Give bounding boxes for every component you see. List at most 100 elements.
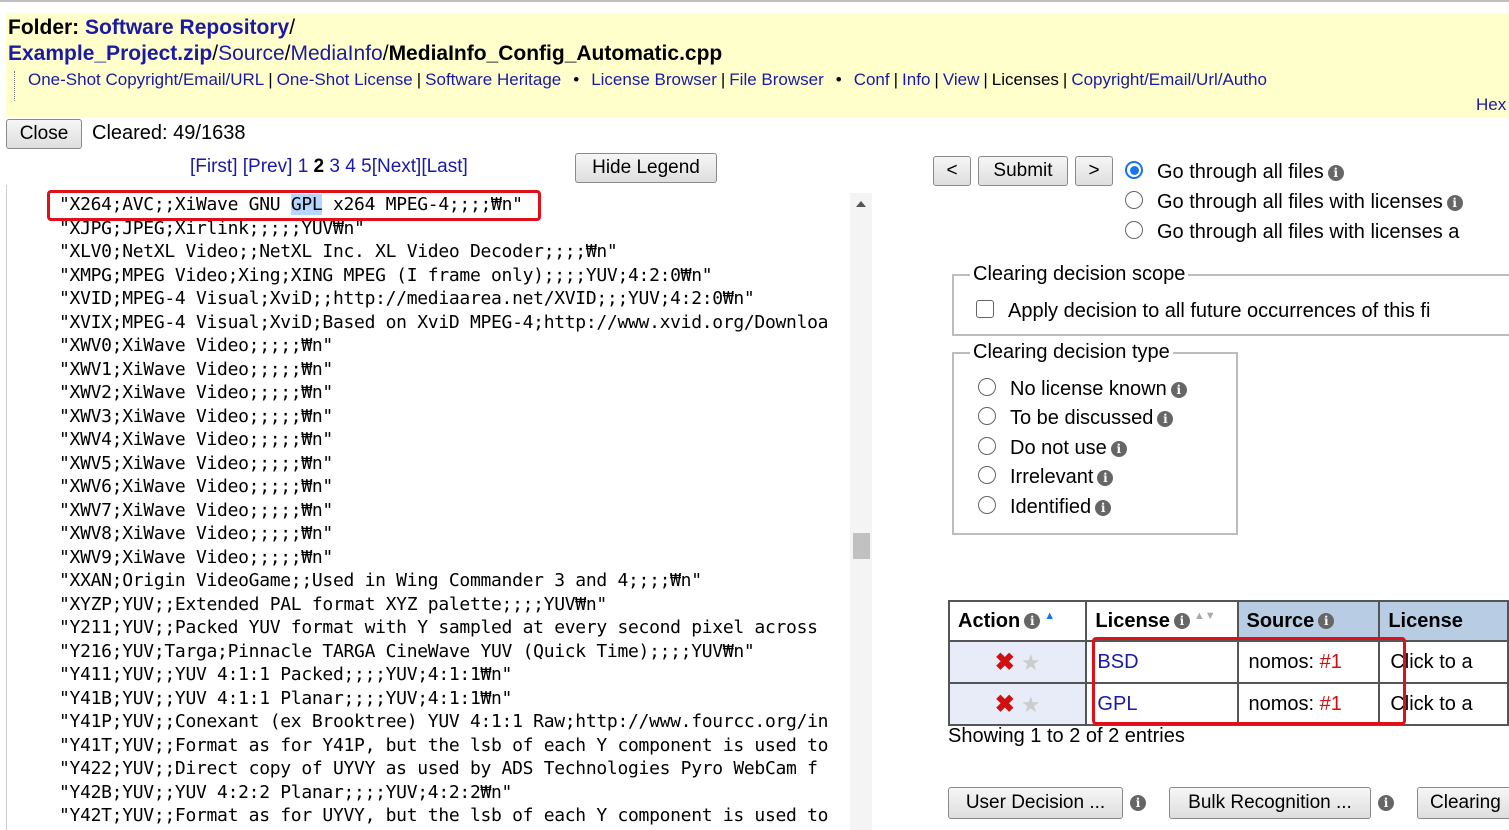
info-icon[interactable]: i xyxy=(1170,381,1187,398)
folder-path-line1: Folder: Software Repository/ xyxy=(8,16,295,40)
nav-separator: | xyxy=(983,70,988,89)
option-label: Irrelevant xyxy=(1010,466,1094,488)
source-code-view[interactable]: "X264;AVC;;XiWave GNU GPL x264 MPEG-4;;;… xyxy=(6,185,849,830)
apply-to-all-future-label: Apply decision to all future occurrences… xyxy=(1008,300,1431,322)
code-line: "Y411;YUV;;YUV 4:1:1 Packed;;;;YUV;4:1:1… xyxy=(59,664,513,685)
code-line: "Y41P;YUV;;Conexant (ex Brooktree) YUV 4… xyxy=(59,711,829,732)
col-license-text[interactable]: License xyxy=(1378,600,1509,642)
clearing-button[interactable]: Clearing xyxy=(1417,787,1509,819)
info-icon[interactable]: i xyxy=(1378,795,1394,811)
nav-oneshot-copyright[interactable]: One-Shot Copyright/Email/URL xyxy=(28,70,264,89)
info-icon[interactable]: i xyxy=(1173,613,1190,630)
code-scrollbar[interactable] xyxy=(850,193,872,830)
path-zip-link[interactable]: Example_Project.zip xyxy=(8,42,212,65)
col-label: Source xyxy=(1246,609,1315,632)
remove-icon[interactable]: ✖ xyxy=(995,649,1015,676)
star-icon[interactable]: ★ xyxy=(1021,650,1041,675)
type-irrelevant-radio[interactable] xyxy=(978,466,996,484)
nav-software-heritage[interactable]: Software Heritage xyxy=(425,70,561,89)
page-navigation: [First] [Prev] 1 2 3 4 5[Next][Last] xyxy=(190,156,468,178)
annotation-box-licenses xyxy=(1092,637,1406,725)
type-identified-radio[interactable] xyxy=(978,496,996,514)
info-icon[interactable]: i xyxy=(1110,440,1127,457)
nav-license-browser[interactable]: License Browser xyxy=(591,70,717,89)
type-to-be-discussed-radio[interactable] xyxy=(978,407,996,425)
pager-last[interactable]: [Last] xyxy=(421,156,467,177)
type-do-not-use-label: Do not use i xyxy=(1010,437,1127,460)
previous-file-button[interactable]: < xyxy=(933,156,971,186)
type-do-not-use-radio[interactable] xyxy=(978,437,996,455)
nav-view[interactable]: View xyxy=(943,70,980,89)
user-decision-button[interactable]: User Decision ... xyxy=(948,787,1123,819)
goto-files-with-licenses-a-radio[interactable] xyxy=(1125,221,1143,239)
option-label: Identified xyxy=(1010,496,1092,518)
top-border xyxy=(0,0,1509,5)
goto-files-with-licenses-radio[interactable] xyxy=(1125,191,1143,209)
info-icon[interactable]: i xyxy=(1327,164,1344,181)
submit-button[interactable]: Submit xyxy=(978,156,1068,186)
code-line: "Y216;YUV;Targa;Pinnacle TARGA CineWave … xyxy=(59,640,755,662)
col-license[interactable]: License i ▲▼ xyxy=(1085,600,1239,642)
scroll-thumb[interactable] xyxy=(853,533,870,559)
current-filename: MediaInfo_Config_Automatic.cpp xyxy=(388,42,723,65)
path-mediainfo-link[interactable]: MediaInfo xyxy=(290,42,382,65)
scroll-up-arrow[interactable] xyxy=(856,201,866,207)
pager-page-current: 2 xyxy=(313,156,325,177)
nav-hex-row: Hex xyxy=(1476,95,1506,115)
info-icon[interactable]: i xyxy=(1095,499,1112,516)
info-icon[interactable]: i xyxy=(1318,613,1335,630)
info-icon[interactable]: i xyxy=(1446,194,1463,211)
nav-conf[interactable]: Conf xyxy=(854,70,890,89)
remove-icon[interactable]: ✖ xyxy=(995,691,1015,718)
cleared-count: Cleared: 49/1638 xyxy=(92,122,246,144)
col-source[interactable]: Source i xyxy=(1236,600,1381,642)
close-button[interactable]: Close xyxy=(6,119,82,149)
col-label: Action xyxy=(958,609,1021,632)
info-icon[interactable]: i xyxy=(1157,410,1174,427)
code-line: "Y42T;YUV;;Format as for UYVY, but the l… xyxy=(59,805,829,826)
nav-separator: | xyxy=(720,70,726,89)
path-software-repository-link[interactable]: Software Repository xyxy=(85,16,289,39)
nav-copyright-author[interactable]: Copyright/Email/Url/Autho xyxy=(1071,70,1267,89)
info-icon[interactable]: i xyxy=(1024,613,1041,630)
table-header-row: Action i ▲ License i ▲▼ Source i License xyxy=(947,600,1509,642)
pager-page-4[interactable]: 4 xyxy=(345,156,356,177)
pager-page-5[interactable]: 5 xyxy=(361,156,372,177)
goto-all-files-radio[interactable] xyxy=(1125,161,1143,179)
nav-indent-line xyxy=(14,71,15,101)
nav-separator: | xyxy=(416,70,422,89)
info-icon[interactable]: i xyxy=(1097,469,1114,486)
pager-page-1[interactable]: 1 xyxy=(298,156,309,177)
hide-legend-button[interactable]: Hide Legend xyxy=(575,153,717,183)
nav-file-browser[interactable]: File Browser xyxy=(729,70,823,89)
bulk-recognition-button[interactable]: Bulk Recognition ... xyxy=(1169,787,1371,819)
apply-to-all-future-checkbox[interactable] xyxy=(976,300,994,318)
nav-bullet: • xyxy=(573,70,580,89)
col-action[interactable]: Action i ▲ xyxy=(947,600,1088,642)
info-icon[interactable]: i xyxy=(1130,795,1146,811)
action-cell: ✖ ★ xyxy=(947,682,1088,726)
next-file-button[interactable]: > xyxy=(1075,156,1113,186)
file-header: Folder: Software Repository/ Example_Pro… xyxy=(6,13,1509,117)
type-no-license-known-label: No license known i xyxy=(1010,378,1187,401)
code-line: "XWV7;XiWave Video;;;;;₩n" xyxy=(59,499,333,521)
pager-first[interactable]: [First] xyxy=(190,156,238,177)
type-no-license-known-radio[interactable] xyxy=(978,378,996,396)
pager-page-3[interactable]: 3 xyxy=(329,156,340,177)
nav-oneshot-license[interactable]: One-Shot License xyxy=(277,70,413,89)
nav-info[interactable]: Info xyxy=(902,70,930,89)
code-line: "Y211;YUV;;Packed YUV format with Y samp… xyxy=(59,617,818,638)
code-line: "Y41T;YUV;;Format as for Y41P, but the l… xyxy=(59,734,829,756)
option-label: Go through all files xyxy=(1157,161,1324,183)
code-line: "Y422;YUV;;Direct copy of UYVY as used b… xyxy=(59,758,818,779)
pager-prev[interactable]: [Prev] xyxy=(243,156,293,177)
goto-files-with-licenses-a-option: Go through all files with licenses a xyxy=(1157,221,1460,243)
annotation-box-gpl-match xyxy=(47,190,541,221)
sort-icon: ▲▼ xyxy=(1193,609,1216,622)
star-icon[interactable]: ★ xyxy=(1021,692,1041,717)
code-line: "XWV0;XiWave Video;;;;;₩n" xyxy=(59,335,333,356)
path-source-link[interactable]: Source xyxy=(218,42,285,65)
nav-hex[interactable]: Hex xyxy=(1476,95,1506,114)
pager-next[interactable]: [Next] xyxy=(372,156,422,177)
goto-files-with-licenses-option: Go through all files with licenses i xyxy=(1157,191,1463,214)
